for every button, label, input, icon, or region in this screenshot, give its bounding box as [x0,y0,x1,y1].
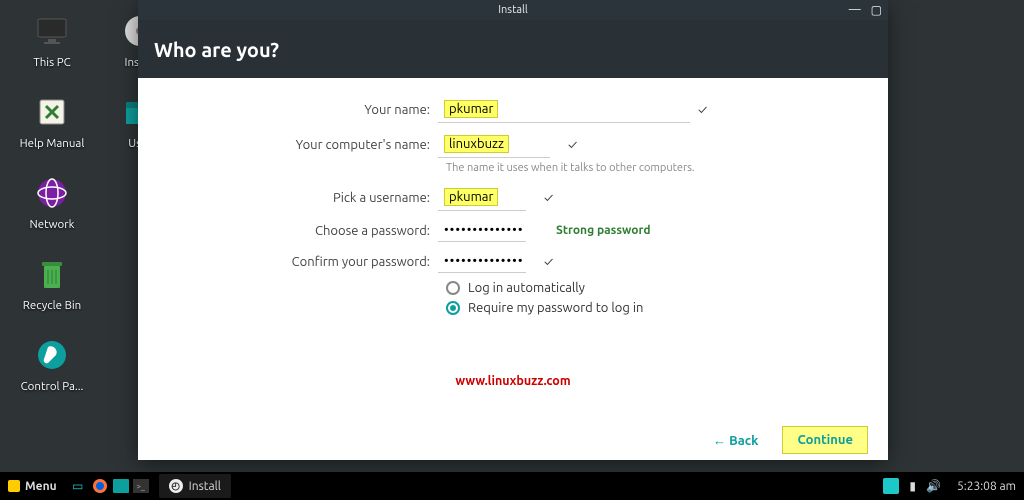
desktop-icon-label: This PC [33,56,70,69]
wizard-content: Your name: pkumar ✓ Your computer's name… [138,78,888,460]
show-desktop-icon[interactable]: ▭ [69,477,87,495]
check-icon: ✓ [568,138,577,152]
wrench-icon [31,334,73,376]
quick-launch: ▭ >_ [65,477,153,495]
computer-name-hint: The name it uses when it talks to other … [446,162,888,174]
desktop-network[interactable]: Network [16,172,88,231]
taskbar-clock[interactable]: 5:23:08 am [949,480,1024,493]
confirm-password-label: Confirm your password: [138,255,438,269]
confirm-password-input[interactable]: •••••••••••••• [438,250,526,273]
radio-login-automatically[interactable]: Log in automatically [446,281,888,295]
check-icon: ✓ [544,191,553,205]
desktop-icons-col1: This PC Help Manual Network Recycle Bin … [16,10,88,393]
check-icon: ✓ [698,103,707,117]
maximize-button[interactable]: ▢ [871,3,882,17]
desktop-icon-label: Help Manual [20,137,85,150]
your-name-input[interactable]: pkumar [438,96,690,123]
window-titlebar[interactable]: Install — ▢ [138,0,888,20]
desktop-help-manual[interactable]: Help Manual [16,91,88,150]
wizard-heading: Who are you? [138,20,888,78]
computer-name-input[interactable]: linuxbuzz [438,131,550,158]
radio-require-password[interactable]: Require my password to log in [446,301,888,315]
system-tray: ▮ 🔊 [875,478,949,494]
file-manager-icon[interactable] [113,479,129,493]
continue-button[interactable]: Continue [782,426,868,454]
install-task-icon: ◴ [169,479,183,493]
your-name-label: Your name: [138,103,438,117]
install-window: Install — ▢ Who are you? Your name: pkum… [138,0,888,460]
username-input[interactable]: pkumar [438,184,526,211]
radio-icon [446,301,460,315]
desktop-recycle-bin[interactable]: Recycle Bin [16,253,88,312]
arrow-left-icon: ← [713,434,726,448]
globe-icon [31,172,73,214]
window-title: Install [498,4,528,16]
minimize-button[interactable]: — [849,3,861,17]
back-button[interactable]: ← Back [713,433,758,448]
password-input[interactable]: •••••••••••••• [438,219,526,242]
desktop-this-pc[interactable]: This PC [16,10,88,69]
radio-icon [446,281,460,295]
desktop-control-panel[interactable]: Control Pa... [16,334,88,393]
menu-logo-icon [8,480,20,492]
password-label: Choose a password: [138,224,438,238]
taskbar-install-button[interactable]: ◴ Install [159,474,231,498]
book-icon [31,91,73,133]
desktop-icon-label: Network [30,218,75,231]
battery-icon[interactable]: ▮ [909,479,916,493]
desktop-icon-label: Control Pa... [21,380,84,393]
firefox-icon[interactable] [91,477,109,495]
username-label: Pick a username: [138,191,438,205]
taskbar: Menu ▭ >_ ◴ Install ▮ 🔊 5:23:08 am [0,472,1024,500]
check-icon: ✓ [544,255,553,269]
monitor-icon [31,10,73,52]
wizard-buttons: ← Back Continue [713,426,868,454]
trash-icon [31,253,73,295]
window-controls: — ▢ [849,3,882,17]
terminal-icon[interactable]: >_ [133,479,149,493]
computer-name-label: Your computer's name: [138,138,438,152]
desktop-icon-label: Recycle Bin [23,299,82,312]
tray-app-icon[interactable] [883,478,899,494]
watermark: www.linuxbuzz.com [138,374,888,388]
volume-icon[interactable]: 🔊 [926,479,941,493]
password-strength: Strong password [556,224,651,237]
start-menu-button[interactable]: Menu [0,472,65,500]
